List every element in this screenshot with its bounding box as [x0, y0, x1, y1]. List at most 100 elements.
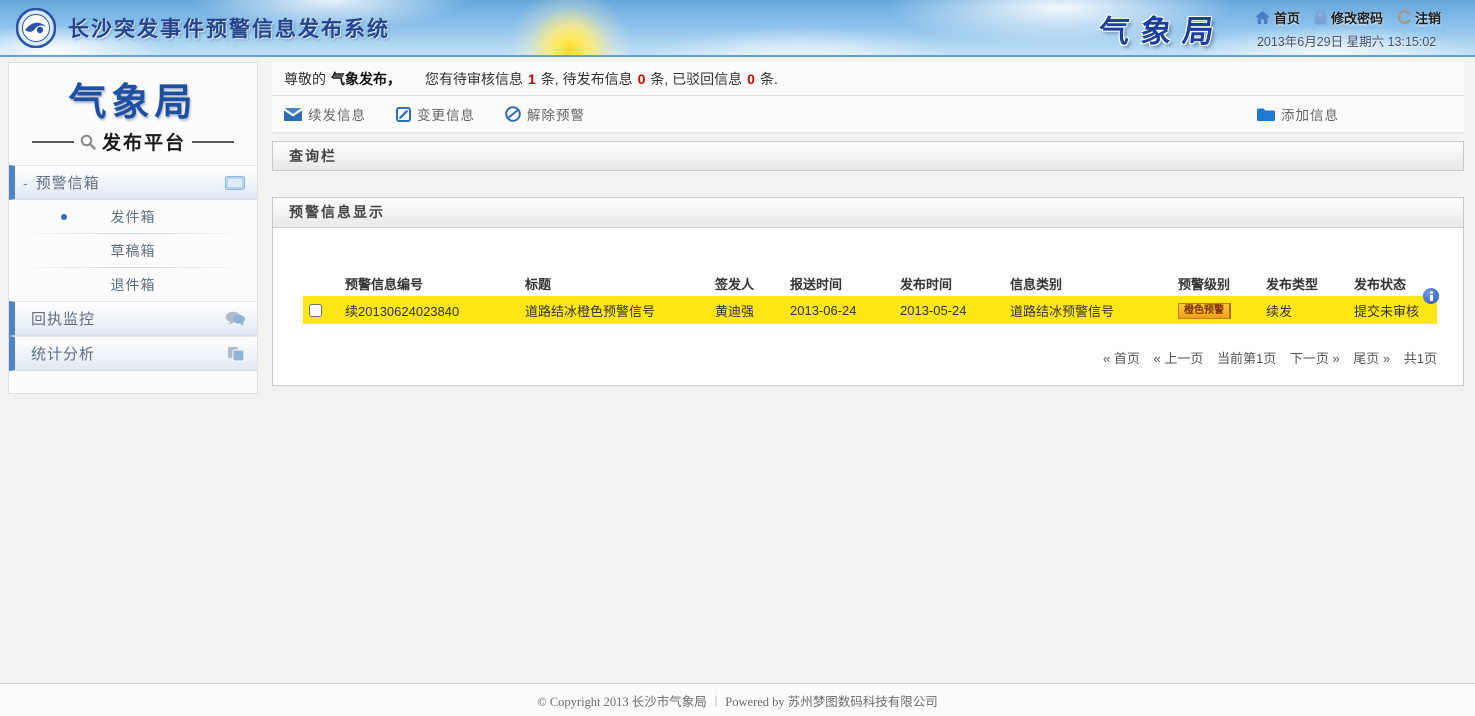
toolbar: 续发信息 变更信息 解除预警 添加信息: [272, 96, 1464, 133]
pagination-next[interactable]: 下一页 »: [1290, 351, 1340, 366]
nav-change-password-link[interactable]: 修改密码: [1310, 8, 1387, 27]
col-header-signer: 签发人: [715, 274, 790, 293]
row-level-cell: 橙色预警: [1178, 301, 1266, 319]
row-title: 道路结冰橙色预警信号: [525, 301, 715, 320]
pending-review-count: 1: [528, 71, 536, 87]
row-signer: 黄迪强: [715, 301, 790, 320]
folder-icon: [1257, 108, 1275, 121]
nav-home-link[interactable]: 首页: [1251, 8, 1304, 27]
header-right: 气象局 首页 修改密码 注销 2013年6月29日 星期六 13:15:02: [1099, 0, 1445, 57]
sidebar-item-label: 草稿箱: [111, 241, 156, 261]
active-bullet-icon: [61, 214, 67, 220]
sidebar-logo-subtitle: 发布平台: [102, 128, 186, 155]
row-checkbox[interactable]: [309, 304, 322, 317]
info-icon[interactable]: [1423, 288, 1439, 304]
sidebar-item-label: 退件箱: [111, 275, 156, 295]
sidebar-item-returned[interactable]: 退件箱: [9, 268, 257, 301]
rejected-count: 0: [747, 71, 755, 87]
col-header-title: 标题: [525, 274, 715, 293]
nav-logout-label: 注销: [1415, 8, 1441, 27]
chat-bubbles-icon: [225, 311, 245, 327]
row-category: 道路结冰预警信号: [1010, 301, 1178, 320]
sidebar-item-label: 回执监控: [31, 308, 95, 329]
sidebar-item-statistics[interactable]: 统计分析: [9, 336, 257, 371]
logout-icon: [1397, 10, 1411, 24]
pagination-current: 当前第1页: [1217, 351, 1276, 366]
greeting-seg1: 您有待审核信息: [425, 69, 523, 89]
col-header-id: 预警信息编号: [345, 274, 525, 293]
footer-copyright: © Copyright 2013 长沙市气象局: [537, 691, 707, 710]
lock-icon: [1314, 10, 1327, 25]
sidebar: 气象局 发布平台 - 预警信箱 发件箱 草稿箱 退件箱 回执监控 统计分析: [8, 62, 258, 394]
resend-info-label: 续发信息: [308, 104, 366, 124]
sidebar-item-outbox[interactable]: 发件箱: [9, 200, 257, 233]
warning-table: 预警信息编号 标题 签发人 报送时间 发布时间 信息类别 预警级别 发布类型 发…: [303, 270, 1437, 324]
mailbox-icon: [225, 176, 245, 190]
pagination-first[interactable]: « 首页: [1103, 351, 1140, 366]
greeting-bar: 尊敬的 气象发布， 您有待审核信息 1 条, 待发布信息 0 条, 已驳回信息 …: [272, 62, 1464, 96]
table-row[interactable]: 续20130624023840 道路结冰橙色预警信号 黄迪强 2013-06-2…: [303, 296, 1437, 324]
ban-icon: [505, 106, 521, 122]
orange-warning-badge: 橙色预警: [1178, 303, 1231, 319]
add-info-button[interactable]: 添加信息: [1257, 104, 1339, 124]
top-header: 长沙突发事件预警信息发布系统 气象局 首页 修改密码 注销 2013年6月29日…: [0, 0, 1475, 57]
sidebar-item-label: 统计分析: [31, 343, 95, 364]
nav-logout-link[interactable]: 注销: [1393, 8, 1445, 27]
sidebar-logo-title: 气象局: [9, 71, 257, 126]
add-info-label: 添加信息: [1281, 104, 1339, 124]
warning-panel-header: 预警信息显示: [273, 198, 1463, 228]
row-report-time: 2013-06-24: [790, 303, 900, 318]
greeting-seg3: 条, 已驳回信息: [650, 69, 742, 89]
pagination: « 首页 « 上一页 当前第1页 下一页 » 尾页 » 共1页: [273, 348, 1437, 367]
sidebar-logo: 气象局 发布平台: [9, 63, 257, 165]
sidebar-item-drafts[interactable]: 草稿箱: [9, 234, 257, 267]
row-status: 提交未审核: [1354, 301, 1437, 320]
footer-powered-by: Powered by 苏州梦图数码科技有限公司: [725, 691, 938, 710]
modify-info-button[interactable]: 变更信息: [396, 104, 475, 124]
query-bar-title: 查询栏: [289, 148, 337, 164]
home-icon: [1255, 11, 1270, 24]
edit-icon: [396, 107, 411, 122]
col-header-level: 预警级别: [1178, 274, 1266, 293]
greeting-prefix: 尊敬的: [284, 69, 326, 89]
greeting-seg4: 条.: [760, 69, 778, 89]
decorative-line: [32, 141, 74, 143]
row-id: 续20130624023840: [345, 301, 525, 320]
warning-panel-title: 预警信息显示: [289, 204, 385, 220]
col-header-publish-type: 发布类型: [1266, 274, 1354, 293]
warning-panel-body: 预警信息编号 标题 签发人 报送时间 发布时间 信息类别 预警级别 发布类型 发…: [273, 270, 1463, 367]
nav-change-password-label: 修改密码: [1331, 8, 1383, 27]
sidebar-item-label: 发件箱: [111, 207, 156, 227]
cancel-warning-button[interactable]: 解除预警: [505, 104, 585, 124]
col-header-report-time: 报送时间: [790, 274, 900, 293]
row-checkbox-cell: [303, 304, 345, 317]
row-publish-type: 续发: [1266, 301, 1354, 320]
org-name: 气象局: [1096, 6, 1228, 51]
greeting-seg2: 条, 待发布信息: [541, 69, 633, 89]
pagination-prev[interactable]: « 上一页: [1154, 351, 1204, 366]
resend-info-button[interactable]: 续发信息: [284, 104, 366, 124]
main-content: 尊敬的 气象发布， 您有待审核信息 1 条, 待发布信息 0 条, 已驳回信息 …: [272, 62, 1464, 386]
col-header-publish-time: 发布时间: [900, 274, 1010, 293]
search-icon: [80, 134, 96, 150]
sidebar-logo-subtitle-row: 发布平台: [9, 128, 257, 165]
pagination-total: 共1页: [1404, 351, 1437, 366]
meteorological-emblem-logo: [16, 8, 56, 48]
pending-publish-count: 0: [638, 71, 646, 87]
pagination-last[interactable]: 尾页 »: [1353, 351, 1390, 366]
table-header-row: 预警信息编号 标题 签发人 报送时间 发布时间 信息类别 预警级别 发布类型 发…: [303, 270, 1437, 296]
decorative-line: [192, 141, 234, 143]
header-nav: 首页 修改密码 注销: [1251, 8, 1445, 27]
header-datetime: 2013年6月29日 星期六 13:15:02: [1251, 31, 1445, 50]
sidebar-item-warning-mailbox[interactable]: - 预警信箱: [9, 165, 257, 200]
sidebar-item-receipt-monitor[interactable]: 回执监控: [9, 301, 257, 336]
query-bar-header[interactable]: 查询栏: [272, 141, 1464, 171]
nav-home-label: 首页: [1274, 8, 1300, 27]
mail-icon: [284, 108, 302, 121]
footer-separator: |: [715, 693, 718, 708]
footer: © Copyright 2013 长沙市气象局 | Powered by 苏州梦…: [0, 683, 1475, 716]
col-header-category: 信息类别: [1010, 274, 1178, 293]
system-title: 长沙突发事件预警信息发布系统: [68, 13, 390, 43]
greeting-username: 气象发布，: [331, 69, 401, 89]
cancel-warning-label: 解除预警: [527, 104, 585, 124]
